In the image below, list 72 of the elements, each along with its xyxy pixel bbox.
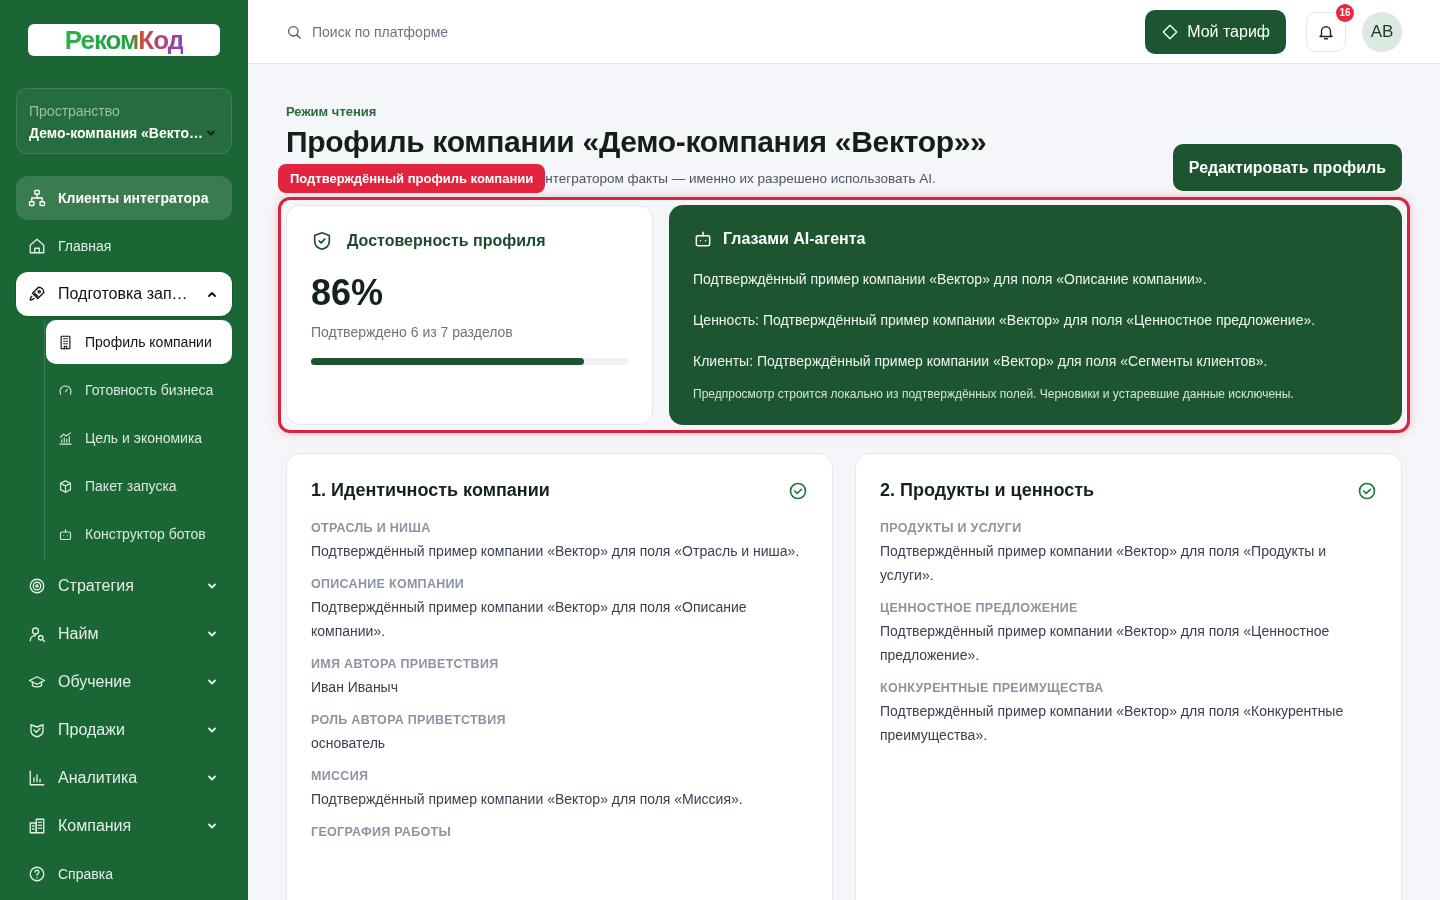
avatar[interactable]: AB — [1362, 11, 1402, 52]
diamond-icon — [1161, 22, 1180, 41]
sidebar-item[interactable]: Обучение — [16, 660, 232, 704]
field-label: ОТРАСЛЬ И НИША — [311, 521, 432, 535]
section-title: 2. Продукты и ценность — [880, 480, 1095, 501]
card-title: Достоверность профиля — [347, 232, 546, 250]
field-label: РОЛЬ АВТОРА ПРИВЕТСТВИЯ — [311, 713, 507, 727]
sidebar-item[interactable]: Продажи — [16, 708, 232, 752]
field-label: ЦЕННОСТНОЕ ПРЕДЛОЖЕНИЕ — [880, 601, 1079, 615]
field-label: ПРОДУКТЫ И УСЛУГИ — [880, 521, 1023, 535]
search-field[interactable]: Поиск по платформе — [310, 22, 610, 41]
robot-icon — [58, 526, 73, 542]
verified-badge: Подтверждённый профиль компании — [278, 164, 546, 193]
card-title: Глазами AI-агента — [723, 230, 866, 248]
sidebar-subitem[interactable]: Пакет запуска — [46, 464, 232, 508]
search-icon — [286, 23, 302, 40]
sidebar-subitem[interactable]: Цель и экономика — [46, 416, 232, 460]
gauge-icon — [58, 382, 73, 398]
page-title: Профиль компании «Демо-компания «Вектор»» — [286, 125, 987, 159]
sidebar-subitem[interactable]: Конструктор ботов — [46, 512, 232, 556]
page-subtitle: нтегратором факты — именно их разрешено использовать AI. — [545, 171, 936, 186]
user-search-icon — [28, 625, 46, 643]
field-value: Подтверждённый пример компании «Вектор» для поля «Продукты и услуги». — [880, 542, 1328, 585]
field-label: ОПИСАНИЕ КОМПАНИИ — [311, 577, 466, 591]
preview-text: Клиенты: Подтверждённый пример компании «Вектор» для поля «Сегменты клиентов». — [693, 353, 1269, 369]
preview-text: Подтверждённый пример компании «Вектор» для поля «Описание компании». — [693, 271, 1208, 287]
field-value: Иван Иваныч — [311, 678, 399, 697]
field-value: Подтверждённый пример компании «Вектор» для поля «Ценностное предложение». — [880, 622, 1331, 665]
field-label: МИССИЯ — [311, 769, 370, 783]
help-icon — [28, 865, 46, 883]
sidebar-item[interactable]: Справка — [16, 852, 232, 896]
box-icon — [58, 478, 73, 494]
workspace-selector[interactable]: Пространство Демо-компания «Векто… — [16, 88, 232, 154]
preview-note: Предпросмотр строится локально из подтверждённых полей. Черновики и устаревшие данные исключены. — [693, 387, 1295, 401]
sidebar-subitem[interactable]: Профиль компании — [46, 320, 232, 364]
mode-label: Режим чтения — [286, 104, 378, 119]
bar-chart-icon — [28, 769, 46, 787]
field-value: основатель — [311, 734, 387, 753]
chart-icon — [58, 430, 73, 446]
preview-text: Ценность: Подтверждённый пример компании «Вектор» для поля «Ценностное предложение». — [693, 312, 1317, 328]
sidebar-item[interactable]: Стратегия — [16, 564, 232, 608]
field-label: ИМЯ АВТОРА ПРИВЕТСТВИЯ — [311, 657, 500, 671]
target-icon — [28, 577, 46, 595]
field-label: ГЕОГРАФИЯ РАБОТЫ — [311, 825, 452, 839]
sidebar-item[interactable]: Найм — [16, 612, 232, 656]
sidebar-subitem[interactable]: Готовность бизнеса — [46, 368, 232, 412]
section-title: 1. Идентичность компании — [311, 480, 550, 501]
building-icon — [58, 334, 73, 350]
office-icon — [28, 817, 46, 835]
edit-profile-button[interactable]: Редактировать профиль — [1172, 144, 1402, 191]
field-value: Подтверждённый пример компании «Вектор» для поля «Описание компании». — [311, 598, 748, 641]
sidebar-item[interactable]: Главная — [16, 224, 232, 268]
reliability-percent: 86% — [311, 272, 385, 314]
plan-button[interactable]: Мой тариф — [1145, 9, 1286, 54]
sidebar-item[interactable]: Подготовка зап… — [16, 272, 232, 316]
sidebar-item[interactable]: Клиенты интегратора — [16, 176, 232, 220]
workspace-name: Демо-компания «Векто… — [29, 125, 203, 141]
hierarchy-icon — [28, 189, 46, 207]
shield-icon — [28, 721, 46, 739]
robot-icon — [693, 229, 713, 249]
reliability-caption: Подтверждено 6 из 7 разделов — [311, 324, 514, 340]
home-icon — [28, 237, 46, 255]
field-label: КОНКУРЕНТНЫЕ ПРЕИМУЩЕСТВА — [880, 681, 1105, 695]
field-value: Подтверждённый пример компании «Вектор» для поля «Миссия». — [311, 790, 744, 809]
field-value: Подтверждённый пример компании «Вектор» для поля «Отрасль и ниша». — [311, 542, 801, 561]
sidebar-item[interactable]: Аналитика — [16, 756, 232, 800]
notification-count: 16 — [1336, 3, 1354, 22]
workspace-label: Пространство — [29, 103, 121, 119]
field-value: Подтверждённый пример компании «Вектор» для поля «Конкурентные преимущества». — [880, 702, 1345, 745]
rocket-icon — [28, 285, 46, 303]
shield-check-icon — [311, 230, 333, 252]
sidebar-item[interactable]: Компания — [16, 804, 232, 848]
